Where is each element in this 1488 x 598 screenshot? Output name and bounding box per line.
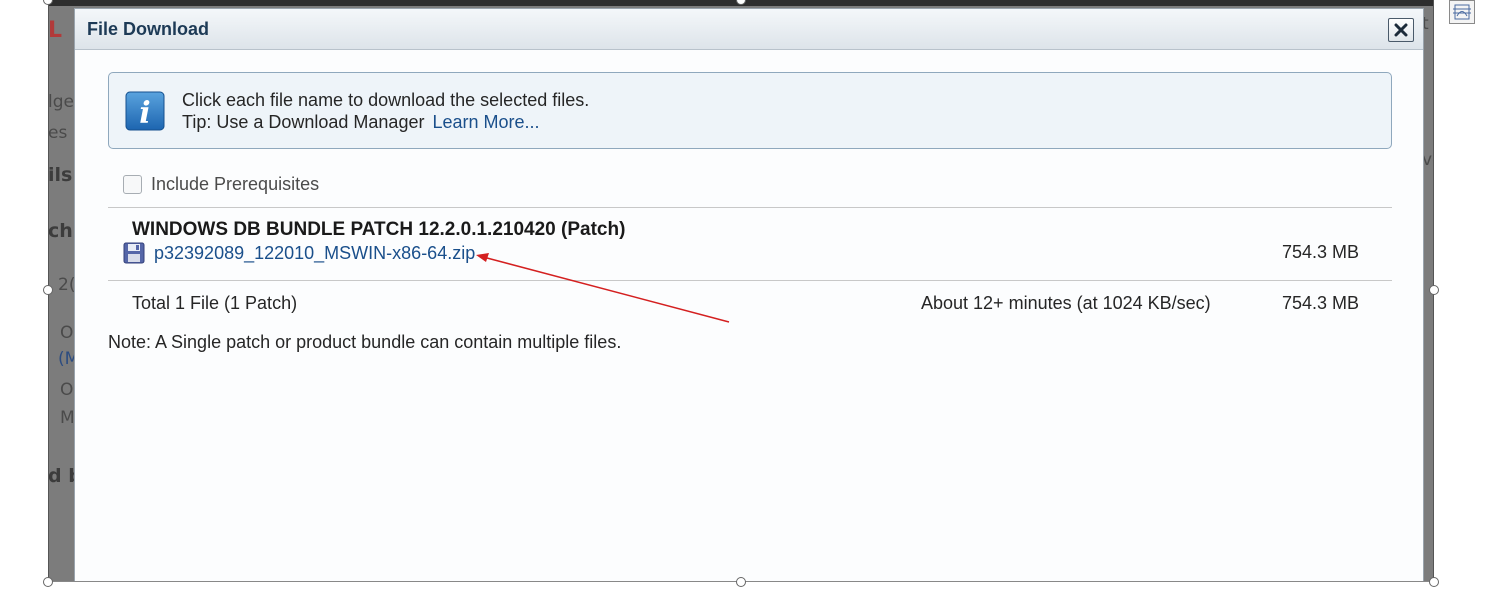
background-fragment: es — [48, 123, 68, 143]
total-files-label: Total 1 File (1 Patch) — [132, 293, 298, 313]
background-fragment: 2( — [58, 275, 76, 295]
background-fragment: L — [48, 18, 63, 43]
file-size: 754.3 MB — [1282, 242, 1360, 262]
total-size: 754.3 MB — [1282, 293, 1360, 313]
info-message-box: i Click each file name to download the s… — [108, 72, 1392, 149]
include-prerequisites-row[interactable]: Include Prerequisites — [123, 173, 319, 195]
background-fragment: ils — [48, 164, 73, 186]
dialog-title: File Download — [87, 19, 210, 39]
patch-title: WINDOWS DB BUNDLE PATCH 12.2.0.1.210420 … — [132, 219, 626, 240]
divider — [108, 280, 1392, 281]
resize-handle[interactable] — [1429, 285, 1439, 295]
note-text: Note: A Single patch or product bundle c… — [108, 332, 622, 352]
background-fragment: M — [60, 408, 75, 428]
background-fragment: O — [60, 323, 74, 343]
estimated-download-time: About 12+ minutes (at 1024 KB/sec) — [921, 293, 1211, 313]
divider — [108, 207, 1392, 208]
close-button[interactable] — [1388, 18, 1414, 42]
svg-text:i: i — [139, 96, 150, 131]
layout-options-icon[interactable] — [1449, 0, 1475, 24]
file-download-dialog: File Download i Click each file name to … — [74, 8, 1424, 582]
close-icon[interactable] — [1389, 19, 1413, 41]
resize-handle[interactable] — [43, 285, 53, 295]
dialog-header: File Download — [75, 9, 1423, 50]
info-text-line2: Tip: Use a Download Manager Learn More... — [182, 112, 540, 133]
background-fragment: ch — [48, 220, 73, 242]
floppy-disk-icon[interactable] — [123, 242, 145, 264]
resize-handle[interactable] — [736, 577, 746, 587]
info-icon: i — [125, 91, 165, 131]
download-file-link[interactable]: p32392089_122010_MSWIN-x86-64.zip — [154, 243, 475, 264]
background-fragment: lge — [48, 92, 74, 112]
file-row[interactable]: p32392089_122010_MSWIN-x86-64.zip — [123, 241, 475, 265]
include-prerequisites-label[interactable]: Include Prerequisites — [151, 174, 319, 195]
learn-more-link[interactable]: Learn More... — [432, 112, 539, 132]
include-prerequisites-checkbox[interactable] — [123, 174, 142, 194]
info-text-line1: Click each file name to download the sel… — [182, 90, 590, 110]
resize-handle[interactable] — [43, 577, 53, 587]
tip-text: Tip: Use a Download Manager — [182, 112, 425, 132]
resize-handle[interactable] — [1429, 577, 1439, 587]
background-fragment: O — [60, 380, 74, 400]
